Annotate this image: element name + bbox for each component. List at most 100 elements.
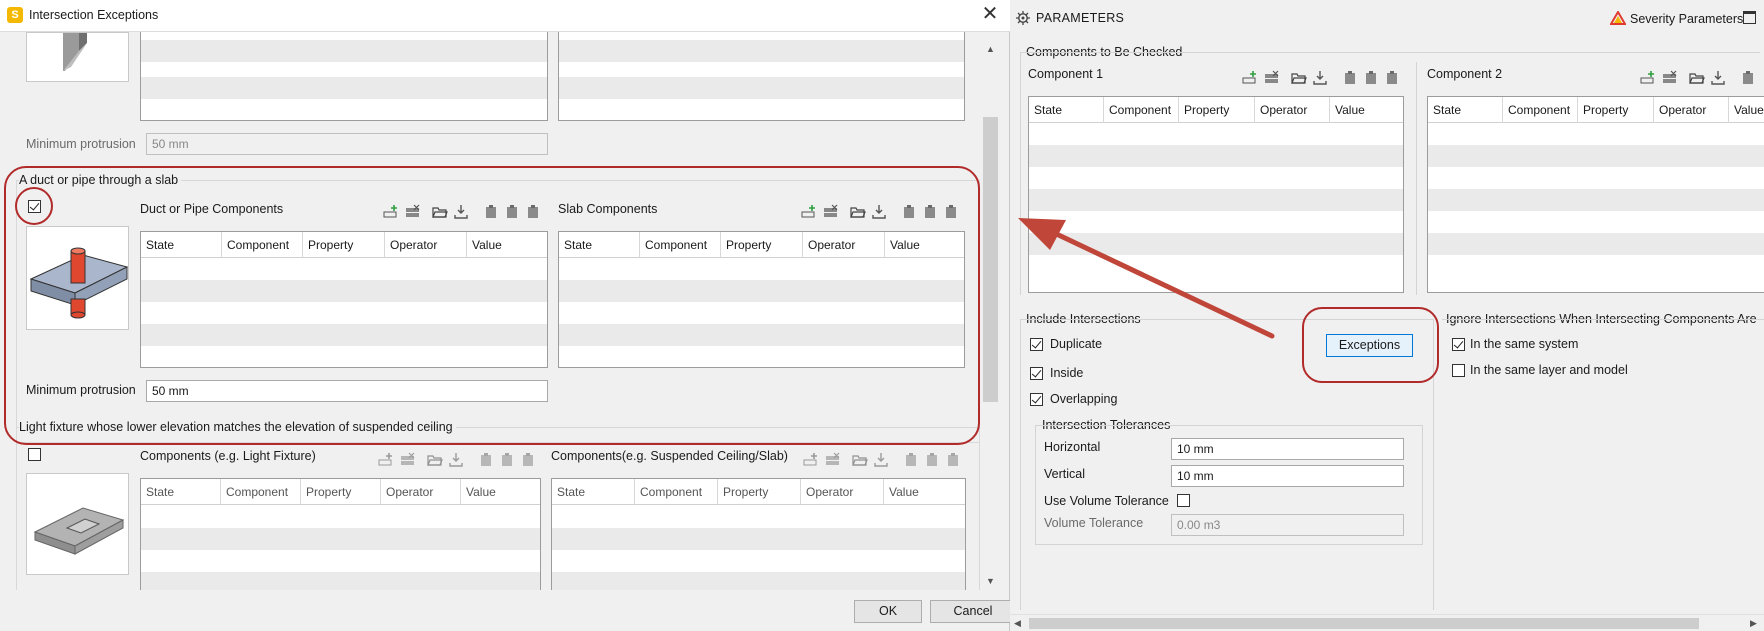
remove-row-icon[interactable] <box>1264 70 1280 86</box>
remove-row-icon[interactable] <box>825 452 841 468</box>
component2-grid[interactable]: State Component Property Operator Value <box>1427 96 1764 293</box>
col-operator[interactable]: Operator <box>381 479 461 505</box>
col-property[interactable]: Property <box>1179 97 1255 123</box>
col-operator[interactable]: Operator <box>1654 97 1729 123</box>
col-value[interactable]: Value <box>461 479 540 505</box>
grid-header: State Component Property Operator Value <box>552 479 965 505</box>
close-icon[interactable]: ✕ <box>980 4 1000 25</box>
col-state[interactable]: State <box>141 479 221 505</box>
table-row[interactable] <box>559 40 964 62</box>
add-row-icon[interactable] <box>1640 70 1656 86</box>
horizontal-scrollbar[interactable]: ◀ ▶ <box>1010 614 1764 631</box>
component1-label: Component 1 <box>1028 67 1104 81</box>
col-component[interactable]: Component <box>1503 97 1578 123</box>
import-icon[interactable] <box>873 452 889 468</box>
ok-button[interactable]: OK <box>854 600 922 623</box>
col-property[interactable]: Property <box>301 479 381 505</box>
tolerances-frame-right <box>1422 425 1423 544</box>
add-row-icon[interactable] <box>1242 70 1258 86</box>
same-system-checkbox[interactable] <box>1452 338 1465 351</box>
add-row-icon[interactable] <box>803 452 819 468</box>
clipboard-icon[interactable] <box>945 452 961 468</box>
col-property[interactable]: Property <box>1578 97 1654 123</box>
clipboard-icon[interactable] <box>478 452 494 468</box>
maximize-icon[interactable] <box>1743 11 1756 24</box>
col-component[interactable]: Component <box>221 479 301 505</box>
table-row[interactable] <box>1029 189 1403 211</box>
import-icon[interactable] <box>1710 70 1726 86</box>
table-row[interactable] <box>1428 145 1764 167</box>
horizontal-tolerance-field[interactable]: 10 mm <box>1171 438 1404 460</box>
ceiling-components-label: Components(e.g. Suspended Ceiling/Slab) <box>551 449 788 463</box>
light-fixture-components-grid[interactable]: State Component Property Operator Value <box>140 478 541 590</box>
scroll-left-icon[interactable]: ◀ <box>1014 618 1021 629</box>
dialog-titlebar: S Intersection Exceptions ✕ <box>0 0 1010 32</box>
open-folder-icon[interactable] <box>427 452 443 468</box>
clipboard-icon[interactable] <box>520 452 536 468</box>
clipboard-icon[interactable] <box>1363 70 1379 86</box>
table-row[interactable] <box>141 528 540 550</box>
table-row[interactable] <box>1428 189 1764 211</box>
overlapping-checkbox[interactable] <box>1030 393 1043 406</box>
tolerances-frame-left <box>1035 425 1036 544</box>
screen: S Intersection Exceptions ✕ Minimum prot… <box>0 0 1764 631</box>
grid-header: State Component Property Operator Value <box>1029 97 1403 123</box>
cancel-button[interactable]: Cancel <box>930 600 1016 623</box>
clipboard-icon[interactable] <box>924 452 940 468</box>
col-value[interactable]: Value <box>884 479 965 505</box>
open-folder-icon[interactable] <box>852 452 868 468</box>
table-row[interactable] <box>1428 233 1764 255</box>
partial-left-grid[interactable] <box>140 32 548 121</box>
add-row-icon[interactable] <box>378 452 394 468</box>
col-operator[interactable]: Operator <box>1255 97 1330 123</box>
col-operator[interactable]: Operator <box>801 479 884 505</box>
dialog-scrollbar[interactable]: ▲ ▼ <box>981 32 1000 590</box>
clipboard-icon[interactable] <box>1384 70 1400 86</box>
light-fixture-enable-checkbox[interactable] <box>28 448 41 461</box>
vertical-tolerance-field[interactable]: 10 mm <box>1171 465 1404 487</box>
clipboard-icon[interactable] <box>903 452 919 468</box>
remove-row-icon[interactable] <box>400 452 416 468</box>
partial-right-grid[interactable] <box>558 32 965 121</box>
table-row[interactable] <box>559 77 964 99</box>
clipboard-icon[interactable] <box>1342 70 1358 86</box>
duct-slab-highlight <box>4 166 980 445</box>
col-value[interactable]: Value <box>1330 97 1403 123</box>
col-component[interactable]: Component <box>1104 97 1179 123</box>
col-component[interactable]: Component <box>635 479 718 505</box>
open-folder-icon[interactable] <box>1689 70 1705 86</box>
dialog-title: Intersection Exceptions <box>29 8 159 22</box>
scrollbar-thumb[interactable] <box>1029 618 1699 629</box>
table-row[interactable] <box>141 40 547 62</box>
col-value[interactable]: Value <box>1729 97 1764 123</box>
annotation-arrow <box>1018 218 1275 339</box>
scrollbar-thumb[interactable] <box>983 117 998 402</box>
scroll-up-icon[interactable]: ▲ <box>985 44 996 55</box>
partial-min-protrusion-label: Minimum protrusion <box>26 137 136 151</box>
clipboard-icon[interactable] <box>1740 70 1756 86</box>
col-state[interactable]: State <box>1428 97 1503 123</box>
scroll-down-icon[interactable]: ▼ <box>985 576 996 587</box>
inside-checkbox[interactable] <box>1030 367 1043 380</box>
scroll-right-icon[interactable]: ▶ <box>1750 618 1757 629</box>
same-layer-model-checkbox[interactable] <box>1452 364 1465 377</box>
table-row[interactable] <box>141 77 547 99</box>
severity-parameters-link[interactable]: Severity Parameters <box>1630 12 1743 26</box>
partial-min-protrusion-field: 50 mm <box>146 133 548 155</box>
use-volume-tolerance-checkbox[interactable] <box>1177 494 1190 507</box>
ceiling-components-grid[interactable]: State Component Property Operator Value <box>551 478 966 590</box>
open-folder-icon[interactable] <box>1291 70 1307 86</box>
clipboard-icon[interactable] <box>499 452 515 468</box>
import-icon[interactable] <box>448 452 464 468</box>
col-state[interactable]: State <box>552 479 635 505</box>
table-row[interactable] <box>552 572 965 590</box>
severity-triangle-icon <box>1609 10 1627 28</box>
col-state[interactable]: State <box>1029 97 1104 123</box>
remove-row-icon[interactable] <box>1662 70 1678 86</box>
gear-icon <box>1016 11 1030 28</box>
table-row[interactable] <box>1029 145 1403 167</box>
col-property[interactable]: Property <box>718 479 801 505</box>
import-icon[interactable] <box>1312 70 1328 86</box>
table-row[interactable] <box>552 528 965 550</box>
table-row[interactable] <box>141 572 540 590</box>
